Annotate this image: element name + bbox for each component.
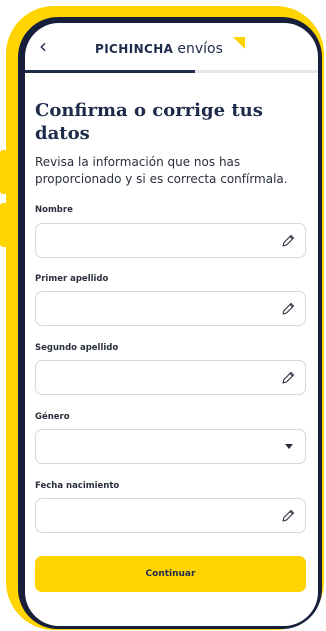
nombre-input[interactable] [44, 230, 264, 252]
page-title: Confirma o corrige tus datos [35, 100, 263, 144]
edit-pencil-icon[interactable] [279, 232, 297, 250]
genero-select[interactable] [35, 429, 306, 464]
chevron-left-icon: ‹ [39, 34, 47, 58]
fecha-nacimiento-input[interactable] [44, 505, 264, 527]
field-label-nombre: Nombre [35, 205, 73, 215]
brand-mark-icon [233, 37, 245, 49]
brand-name-bold: PICHINCHA [95, 42, 174, 56]
primer-apellido-field[interactable] [35, 291, 306, 326]
chevron-down-icon[interactable] [285, 444, 293, 449]
brand-name-light: envíos [177, 41, 223, 57]
segundo-apellido-input[interactable] [44, 367, 264, 389]
field-label-segundo-apellido: Segundo apellido [35, 343, 119, 353]
continue-button[interactable]: Continuar [35, 556, 306, 592]
field-label-primer-apellido: Primer apellido [35, 274, 109, 284]
segundo-apellido-field[interactable] [35, 360, 306, 395]
brand-logo: PICHINCHA envíos [95, 41, 223, 65]
primer-apellido-input[interactable] [44, 298, 264, 320]
nombre-field[interactable] [35, 223, 306, 258]
edit-pencil-icon[interactable] [279, 369, 297, 387]
page-subtitle: Revisa la información que nos has propor… [35, 155, 288, 186]
device-side-button [0, 150, 10, 194]
app-screen: ‹ PICHINCHA envíos Confirma o corrige tu… [25, 23, 318, 626]
progress-bar [25, 70, 318, 73]
edit-pencil-icon[interactable] [279, 507, 297, 525]
back-button[interactable]: ‹ [39, 33, 61, 59]
fecha-nacimiento-field[interactable] [35, 498, 306, 533]
progress-bar-fill [25, 70, 195, 73]
app-header: ‹ PICHINCHA envíos [25, 23, 318, 71]
field-label-genero: Género [35, 412, 70, 422]
field-label-fecha-nacimiento: Fecha nacimiento [35, 481, 120, 491]
device-side-button [0, 203, 10, 247]
edit-pencil-icon[interactable] [279, 300, 297, 318]
